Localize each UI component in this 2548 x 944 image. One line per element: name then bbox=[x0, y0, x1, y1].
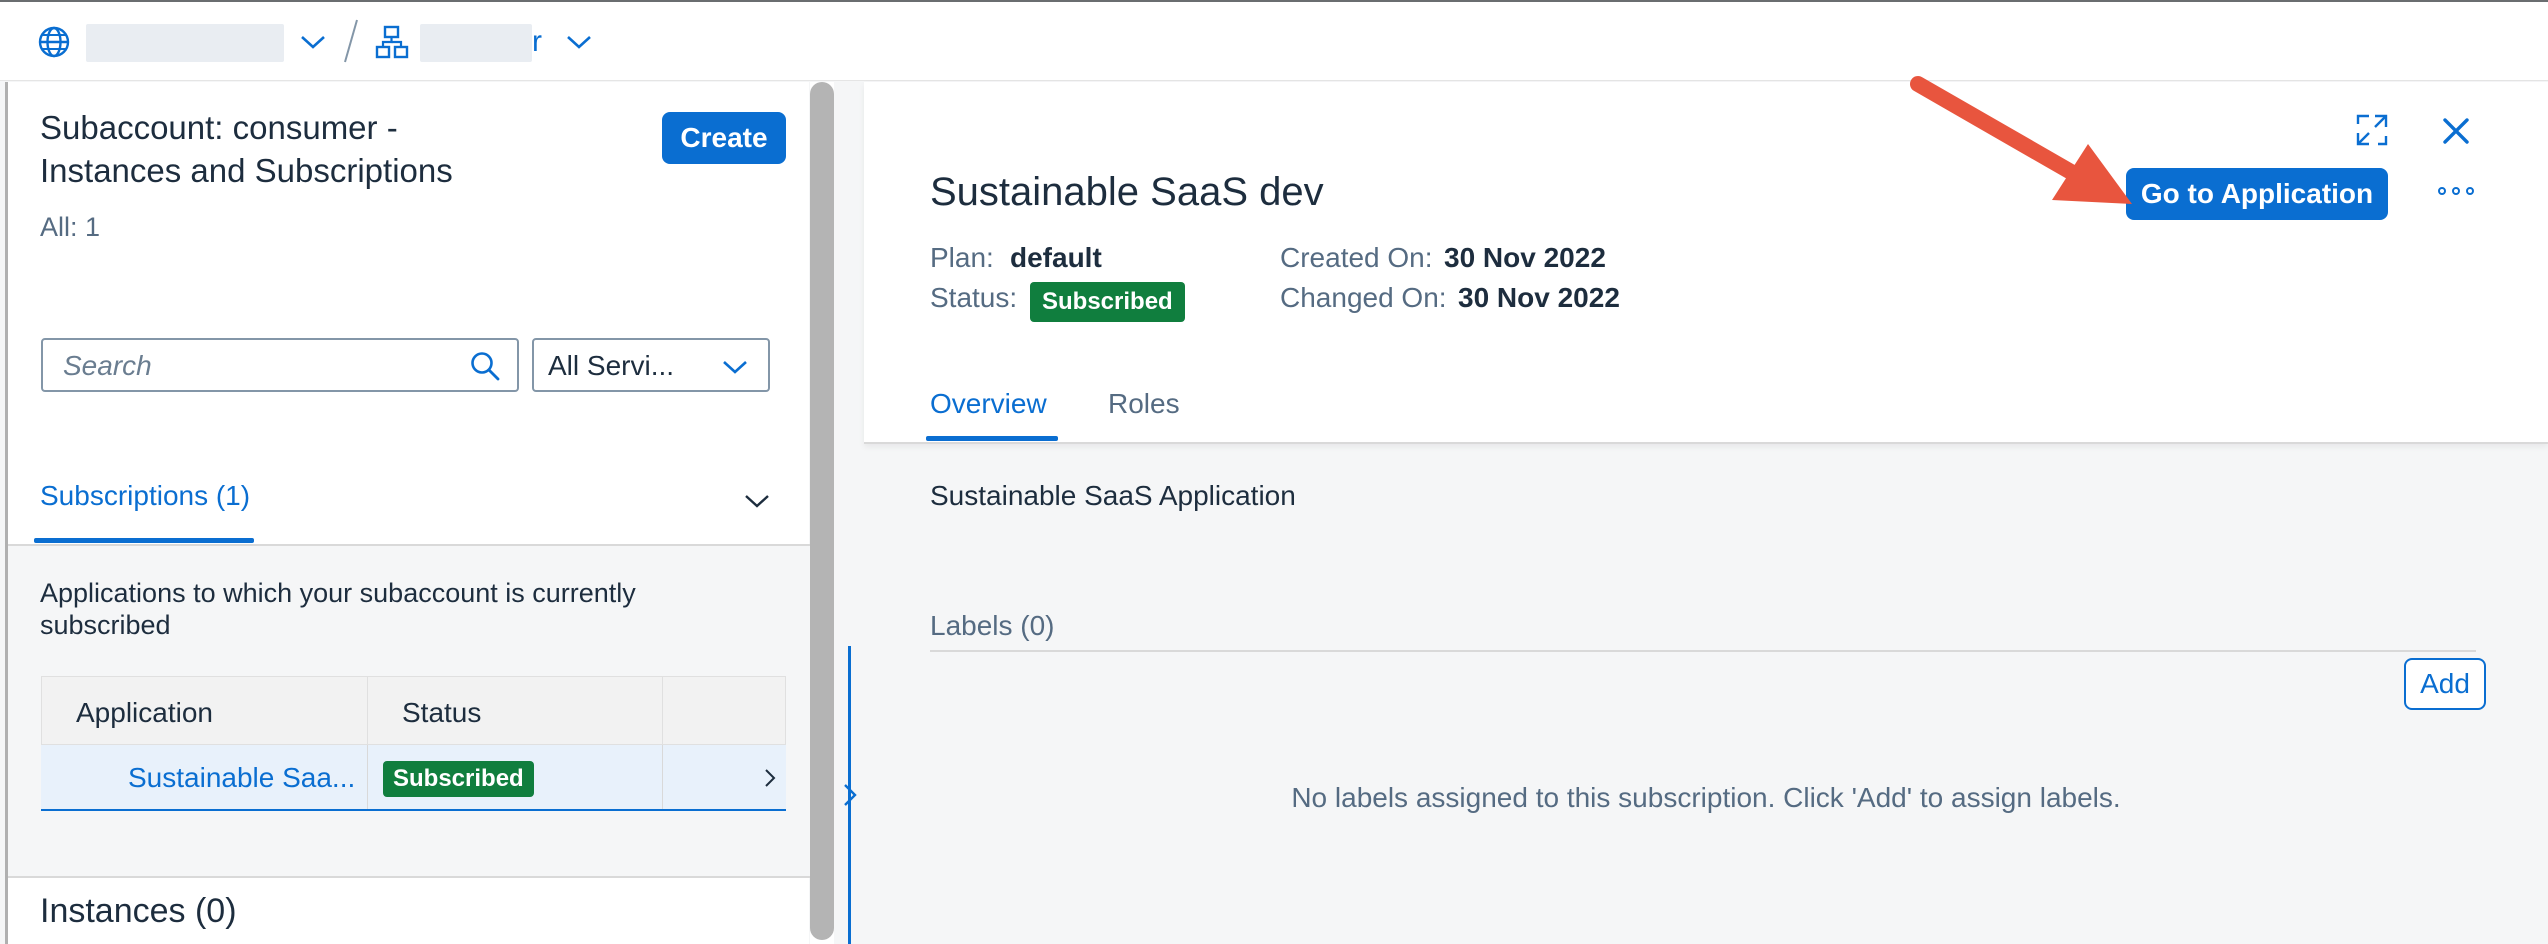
changed-on-label: Changed On: bbox=[1280, 282, 1447, 313]
expand-icon[interactable] bbox=[2354, 112, 2390, 148]
status-badge: Subscribed bbox=[383, 761, 534, 797]
detail-header: Sustainable SaaS dev Go to Application P… bbox=[864, 82, 2548, 444]
chevron-down-icon bbox=[723, 361, 747, 374]
search-input[interactable] bbox=[63, 350, 463, 382]
item-count: All: 1 bbox=[40, 212, 101, 242]
chevron-right-icon[interactable] bbox=[842, 782, 858, 808]
chevron-down-icon[interactable] bbox=[744, 492, 770, 510]
status-badge: Subscribed bbox=[1030, 282, 1185, 322]
globe-icon bbox=[38, 26, 70, 58]
breadcrumb-separator bbox=[344, 19, 358, 63]
status-label: Status: bbox=[930, 282, 1018, 313]
subscription-title: Sustainable SaaS dev bbox=[930, 170, 1324, 214]
plan-value: default bbox=[1010, 242, 1102, 273]
subaccount-link-suffix[interactable]: r bbox=[532, 24, 542, 60]
service-filter-value: All Servi... bbox=[548, 350, 675, 381]
chevron-down-icon[interactable] bbox=[566, 32, 592, 52]
column-header-application: Application bbox=[41, 676, 368, 745]
labels-section-title: Labels (0) bbox=[930, 610, 1055, 641]
close-icon[interactable] bbox=[2441, 116, 2471, 146]
instances-subscriptions-panel: Subaccount: consumer - Instances and Sub… bbox=[5, 82, 812, 944]
divider bbox=[930, 650, 2476, 652]
create-button[interactable]: Create bbox=[662, 112, 786, 164]
global-account-link[interactable] bbox=[86, 24, 284, 62]
subscriptions-table: Application Status Sustainable Saa... Su… bbox=[41, 676, 786, 894]
subaccount-icon bbox=[375, 25, 409, 59]
subaccount-link[interactable] bbox=[420, 24, 532, 62]
divider bbox=[8, 876, 812, 878]
subscriptions-description: Applications to which your subaccount is… bbox=[40, 578, 636, 640]
changed-on-value: 30 Nov 2022 bbox=[1458, 282, 1620, 313]
subscription-detail-panel: Sustainable SaaS dev Go to Application P… bbox=[864, 82, 2548, 944]
annotation-arrow bbox=[1910, 76, 2132, 204]
chevron-right-icon[interactable] bbox=[763, 767, 777, 789]
tab-active-indicator bbox=[34, 538, 254, 543]
application-link[interactable]: Sustainable Saa... bbox=[128, 762, 355, 794]
created-on-value: 30 Nov 2022 bbox=[1444, 242, 1606, 273]
labels-empty-message: No labels assigned to this subscription.… bbox=[1291, 782, 2121, 813]
tab-roles[interactable]: Roles bbox=[1108, 388, 1180, 420]
column-header-navigation bbox=[662, 676, 786, 745]
go-to-application-button[interactable]: Go to Application bbox=[2126, 168, 2388, 220]
column-header-status: Status bbox=[367, 676, 663, 745]
left-panel-scrollbar[interactable] bbox=[810, 82, 834, 944]
instances-section-title[interactable]: Instances (0) bbox=[40, 892, 237, 931]
chevron-down-icon[interactable] bbox=[300, 32, 326, 52]
table-cell-status: Subscribed bbox=[367, 745, 663, 809]
table-cell-application: Sustainable Saa... bbox=[41, 745, 368, 809]
search-field[interactable] bbox=[41, 338, 519, 392]
service-filter-select[interactable]: All Servi... bbox=[532, 338, 770, 392]
tab-subscriptions[interactable]: Subscriptions (1) bbox=[40, 480, 250, 512]
tab-active-indicator bbox=[926, 436, 1058, 441]
breadcrumb-bar: r bbox=[0, 0, 2548, 81]
table-row[interactable]: Sustainable Saa... Subscribed bbox=[41, 745, 786, 811]
plan-label: Plan: bbox=[930, 242, 994, 273]
add-label-button[interactable]: Add bbox=[2404, 658, 2486, 710]
created-on-label: Created On: bbox=[1280, 242, 1433, 273]
more-icon[interactable] bbox=[2436, 182, 2476, 200]
search-icon[interactable] bbox=[469, 350, 501, 382]
scrollbar-thumb[interactable] bbox=[810, 82, 834, 940]
tab-overview[interactable]: Overview bbox=[930, 388, 1047, 420]
page-title: Subaccount: consumer - Instances and Sub… bbox=[40, 109, 453, 189]
subscription-description: Sustainable SaaS Application bbox=[930, 480, 1296, 511]
